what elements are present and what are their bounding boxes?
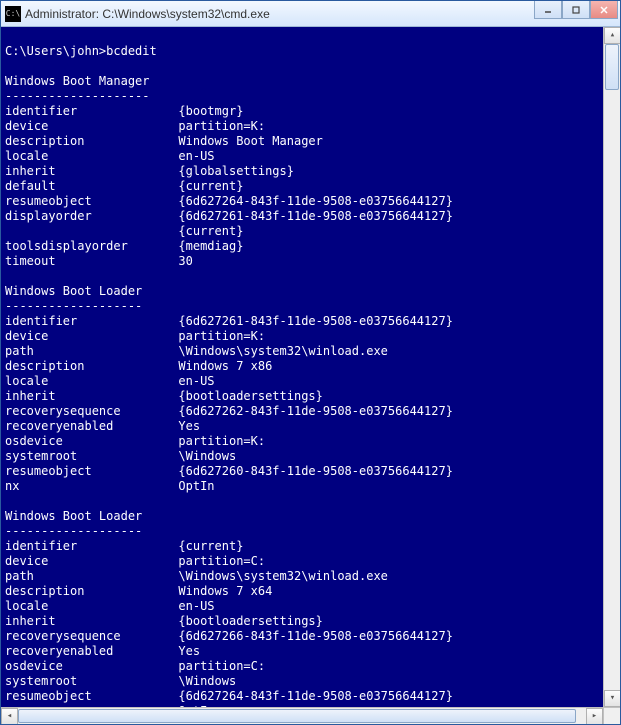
horizontal-scrollbar[interactable]: ◂ ▸ — [1, 707, 603, 724]
console-output[interactable]: C:\Users\john>bcdedit Windows Boot Manag… — [1, 27, 603, 707]
scroll-down-button[interactable]: ▾ — [604, 690, 620, 707]
window-controls — [534, 1, 618, 19]
scrollbar-corner — [603, 707, 620, 724]
scroll-track-horizontal[interactable] — [18, 708, 586, 724]
scroll-track-vertical[interactable] — [604, 44, 620, 690]
scroll-left-button[interactable]: ◂ — [1, 708, 18, 724]
close-button[interactable] — [590, 1, 618, 19]
scroll-right-button[interactable]: ▸ — [586, 708, 603, 724]
scroll-thumb-horizontal[interactable] — [18, 709, 576, 723]
minimize-button[interactable] — [534, 1, 562, 19]
titlebar[interactable]: Administrator: C:\Windows\system32\cmd.e… — [1, 1, 620, 27]
window-title: Administrator: C:\Windows\system32\cmd.e… — [25, 7, 270, 21]
scroll-up-button[interactable]: ▴ — [604, 27, 620, 44]
app-window: Administrator: C:\Windows\system32\cmd.e… — [0, 0, 621, 725]
cmd-icon — [5, 6, 21, 22]
vertical-scrollbar[interactable]: ▴ ▾ — [603, 27, 620, 707]
scroll-thumb-vertical[interactable] — [605, 44, 619, 90]
console-area: C:\Users\john>bcdedit Windows Boot Manag… — [1, 27, 620, 724]
maximize-button[interactable] — [562, 1, 590, 19]
